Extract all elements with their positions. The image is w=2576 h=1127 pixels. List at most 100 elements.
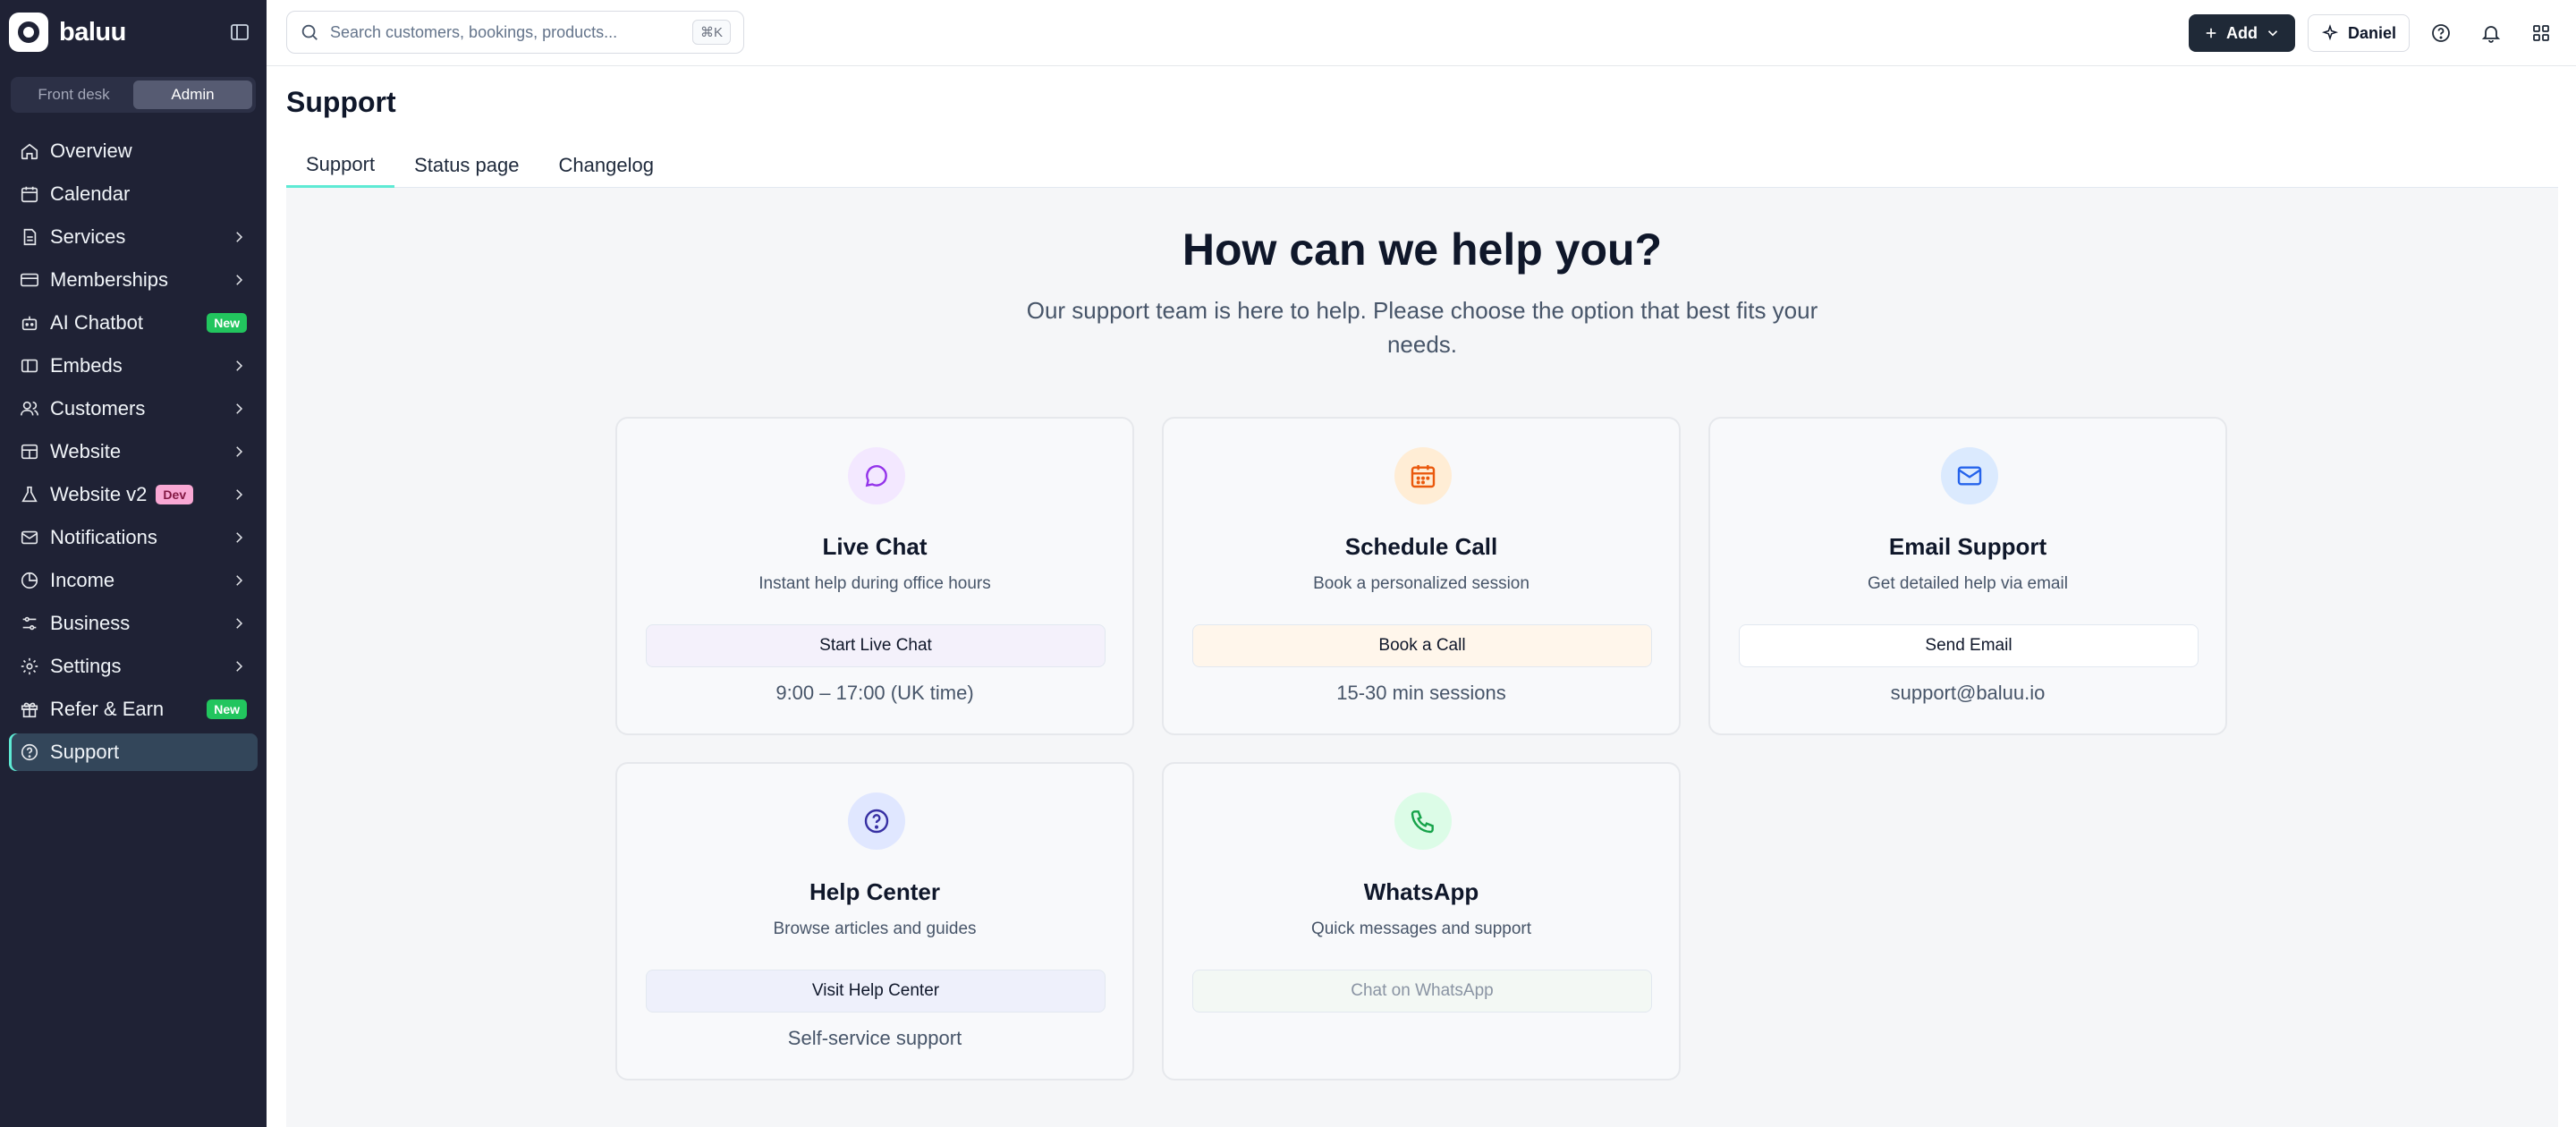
tab-support[interactable]: Support: [286, 143, 395, 188]
sidebar-toggle-icon[interactable]: [229, 21, 250, 43]
schedule-call-card: Schedule Call Book a personalized sessio…: [1162, 417, 1681, 735]
help-center-card: Help Center Browse articles and guides V…: [615, 762, 1134, 1080]
sliders-icon: [22, 616, 37, 631]
sidebar-item-label: Memberships: [50, 268, 169, 291]
grid-icon: [2533, 25, 2549, 41]
tab-status-page[interactable]: Status page: [394, 143, 538, 188]
card-icon: [21, 273, 38, 287]
card-description: Quick messages and support: [1310, 919, 1532, 938]
sidebar-item-ai-chatbot[interactable]: AI Chatbot New: [9, 304, 258, 342]
sidebar-item-notifications[interactable]: Notifications: [9, 519, 258, 556]
chevron-right-icon: [236, 403, 243, 414]
sidebar-item-support[interactable]: Support: [9, 733, 258, 771]
sidebar-item-refer-earn[interactable]: Refer & Earn New: [9, 691, 258, 728]
sidebar: baluu Front desk Admin Overview Calendar…: [0, 0, 267, 1127]
sidebar-item-label: Website: [50, 440, 122, 462]
question-circle-icon: [864, 809, 889, 834]
chevron-right-icon: [236, 661, 243, 672]
sidebar-item-settings[interactable]: Settings: [9, 648, 258, 685]
hero-subtitle: Our support team is here to help. Please…: [1026, 297, 1818, 358]
mode-front-desk[interactable]: Front desk: [14, 80, 133, 109]
live-chat-icon-wrap: [848, 447, 905, 504]
schedule-call-icon-wrap: [1394, 447, 1452, 504]
hero-title: How can we help you?: [1182, 225, 1663, 275]
card-title: WhatsApp: [1363, 878, 1479, 905]
topbar-actions: Add Daniel: [2188, 14, 2560, 52]
apps-button[interactable]: [2522, 14, 2560, 52]
bot-icon: [21, 316, 38, 331]
search-input[interactable]: [330, 22, 692, 42]
sidebar-item-label: Notifications: [50, 526, 157, 548]
card-title: Live Chat: [822, 533, 928, 560]
dev-badge: Dev: [156, 485, 194, 504]
new-badge: New: [207, 313, 247, 333]
card-description: Instant help during office hours: [758, 574, 991, 593]
sidebar-item-label: Income: [50, 569, 115, 591]
chevron-right-icon: [236, 275, 243, 285]
sidebar-item-label: Business: [50, 612, 131, 634]
mode-toggle: Front desk Admin: [11, 77, 256, 113]
sidebar-item-label: Calendar: [50, 182, 131, 205]
tab-changelog[interactable]: Changelog: [539, 143, 674, 188]
card-note: 15-30 min sessions: [1336, 682, 1506, 704]
start-live-chat-button[interactable]: Start Live Chat: [646, 624, 1106, 667]
page-title: Support: [286, 86, 396, 118]
sidebar-item-website-v2[interactable]: Website v2 Dev: [9, 476, 258, 513]
search-box[interactable]: ⌘K: [286, 11, 744, 54]
email-icon-wrap: [1941, 447, 1998, 504]
mode-admin[interactable]: Admin: [133, 80, 252, 109]
sidebar-item-label: Settings: [50, 655, 122, 677]
help-circle-icon: [2432, 24, 2450, 42]
plus-icon: [2206, 28, 2216, 38]
document-icon: [23, 228, 37, 246]
sidebar-item-label: Support: [50, 741, 120, 763]
chevron-right-icon: [236, 232, 243, 242]
card-title: Help Center: [809, 878, 940, 905]
card-description: Get detailed help via email: [1868, 574, 2068, 593]
sidebar-item-label: Overview: [50, 140, 132, 162]
visit-help-center-button[interactable]: Visit Help Center: [646, 970, 1106, 1013]
sidebar-item-business[interactable]: Business: [9, 605, 258, 642]
users-icon: [21, 401, 38, 416]
sparkle-icon: [2321, 24, 2339, 41]
add-button[interactable]: Add: [2188, 14, 2295, 52]
chat-on-whatsapp-button[interactable]: Chat on WhatsApp: [1192, 970, 1652, 1013]
sidebar-item-label: Customers: [50, 397, 146, 419]
notifications-button[interactable]: [2472, 14, 2510, 52]
sidebar-item-income[interactable]: Income: [9, 562, 258, 599]
new-badge: New: [207, 699, 247, 719]
user-menu-button[interactable]: Daniel: [2307, 14, 2410, 52]
brand[interactable]: baluu: [9, 13, 126, 52]
chat-bubble-icon: [865, 465, 887, 487]
chevron-right-icon: [236, 618, 243, 629]
sidebar-item-customers[interactable]: Customers: [9, 390, 258, 428]
home-icon: [21, 143, 38, 160]
card-description: Browse articles and guides: [773, 919, 977, 938]
help-button[interactable]: [2422, 14, 2460, 52]
flask-icon: [21, 486, 38, 503]
page-tabs: Support Status page Changelog: [286, 143, 2558, 188]
sidebar-item-overview[interactable]: Overview: [9, 132, 258, 170]
gear-icon: [21, 657, 38, 675]
search-icon: [301, 24, 318, 40]
search-shortcut: ⌘K: [691, 20, 731, 45]
whatsapp-icon-wrap: [1394, 792, 1452, 850]
user-name: Daniel: [2347, 23, 2396, 42]
sidebar-item-label: Services: [50, 225, 126, 248]
card-title: Email Support: [1888, 533, 2047, 560]
sidebar-item-services[interactable]: Services: [9, 218, 258, 256]
card-note: Self-service support: [787, 1027, 962, 1049]
sidebar-item-embeds[interactable]: Embeds: [9, 347, 258, 385]
card-note: 9:00 – 17:00 (UK time): [775, 682, 974, 704]
sidebar-item-calendar[interactable]: Calendar: [9, 175, 258, 213]
topbar: ⌘K Add Daniel: [267, 0, 2576, 66]
chevron-right-icon: [236, 532, 243, 543]
sidebar-item-label: Website v2: [50, 483, 148, 505]
chevron-down-icon: [2267, 30, 2278, 37]
whatsapp-card: WhatsApp Quick messages and support Chat…: [1162, 762, 1681, 1080]
sidebar-item-website[interactable]: Website: [9, 433, 258, 470]
sidebar-nav: Overview Calendar Services Memberships A…: [9, 132, 258, 776]
send-email-button[interactable]: Send Email: [1739, 624, 2199, 667]
sidebar-item-memberships[interactable]: Memberships: [9, 261, 258, 299]
book-a-call-button[interactable]: Book a Call: [1192, 624, 1652, 667]
